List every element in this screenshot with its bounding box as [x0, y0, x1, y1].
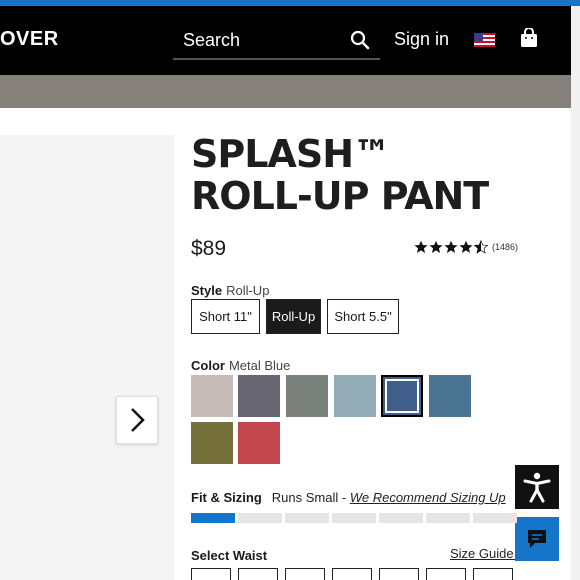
- product-image-gallery: [0, 135, 174, 580]
- color-swatch[interactable]: [286, 375, 328, 417]
- fit-scale-segment: [426, 513, 470, 523]
- size-guide-link[interactable]: Size Guide +: [450, 546, 525, 561]
- color-label: Color: [191, 358, 225, 373]
- fit-recommend-link[interactable]: We Recommend Sizing Up: [350, 490, 506, 505]
- chat-icon: [528, 530, 546, 548]
- color-label-row: Color Metal Blue: [191, 358, 290, 373]
- star-full-icon: [429, 240, 443, 253]
- style-selected-value: Roll-Up: [226, 283, 270, 298]
- color-swatch[interactable]: [429, 375, 471, 417]
- waist-option[interactable]: [285, 568, 325, 580]
- color-swatch[interactable]: [238, 422, 280, 464]
- waist-option[interactable]: [332, 568, 372, 580]
- product-price: $89: [191, 237, 227, 260]
- fit-scale-segment: [473, 513, 517, 523]
- color-selected-value: Metal Blue: [228, 358, 291, 373]
- product-title-line1: SPLASH™: [191, 132, 391, 176]
- site-header: OVER Search Sign in: [0, 6, 571, 75]
- review-count[interactable]: (1486): [492, 242, 518, 252]
- promo-banner: [0, 75, 571, 108]
- chevron-right-icon: [131, 408, 145, 432]
- accessibility-icon: [523, 472, 551, 503]
- style-option-roll-up[interactable]: Roll-Up: [266, 299, 321, 334]
- waist-option[interactable]: [191, 568, 231, 580]
- star-half-icon: [474, 240, 488, 254]
- waist-option[interactable]: [473, 568, 513, 580]
- fit-scale-segment-active: [191, 513, 235, 523]
- style-label: Style: [191, 283, 223, 298]
- chat-button[interactable]: [515, 517, 559, 561]
- product-title: SPLASH™ ROLL-UP PANT: [191, 133, 551, 217]
- search-icon[interactable]: [350, 30, 370, 50]
- brand-logo[interactable]: OVER: [0, 28, 59, 51]
- waist-option[interactable]: [379, 568, 419, 580]
- accessibility-button[interactable]: [515, 465, 559, 509]
- style-option-short-11[interactable]: Short 11": [191, 299, 260, 334]
- us-flag-icon[interactable]: [474, 33, 495, 47]
- product-title-line2: ROLL-UP PANT: [191, 174, 489, 218]
- fit-scale-segment: [285, 513, 329, 523]
- color-swatch-selected[interactable]: [381, 375, 423, 417]
- fit-scale-segment: [238, 513, 282, 523]
- fit-runs-text: Runs Small -: [271, 490, 347, 505]
- fit-scale-segment: [332, 513, 376, 523]
- style-label-row: Style Roll-Up: [191, 283, 269, 298]
- select-waist-label: Select Waist: [191, 548, 268, 563]
- fit-sizing-row: Fit & Sizing Runs Small - We Recommend Si…: [191, 490, 506, 505]
- search-input[interactable]: Search: [183, 30, 240, 51]
- color-swatch[interactable]: [334, 375, 376, 417]
- style-option-short-5-5[interactable]: Short 5.5": [327, 299, 399, 334]
- waist-option[interactable]: [238, 568, 278, 580]
- shopping-bag-icon[interactable]: [520, 28, 538, 48]
- color-swatch[interactable]: [238, 375, 280, 417]
- page-scrollbar[interactable]: [571, 6, 580, 580]
- fit-label: Fit & Sizing: [191, 490, 262, 505]
- color-swatch[interactable]: [191, 375, 233, 417]
- search-bar[interactable]: Search: [173, 20, 380, 60]
- color-swatch[interactable]: [191, 422, 233, 464]
- fit-scale-segment: [379, 513, 423, 523]
- star-full-icon: [444, 240, 458, 253]
- waist-option[interactable]: [426, 568, 466, 580]
- star-full-icon: [459, 240, 473, 253]
- gallery-next-button[interactable]: [116, 396, 158, 444]
- sign-in-link[interactable]: Sign in: [394, 29, 449, 50]
- star-full-icon: [414, 240, 428, 253]
- rating-stars[interactable]: (1486): [414, 240, 518, 254]
